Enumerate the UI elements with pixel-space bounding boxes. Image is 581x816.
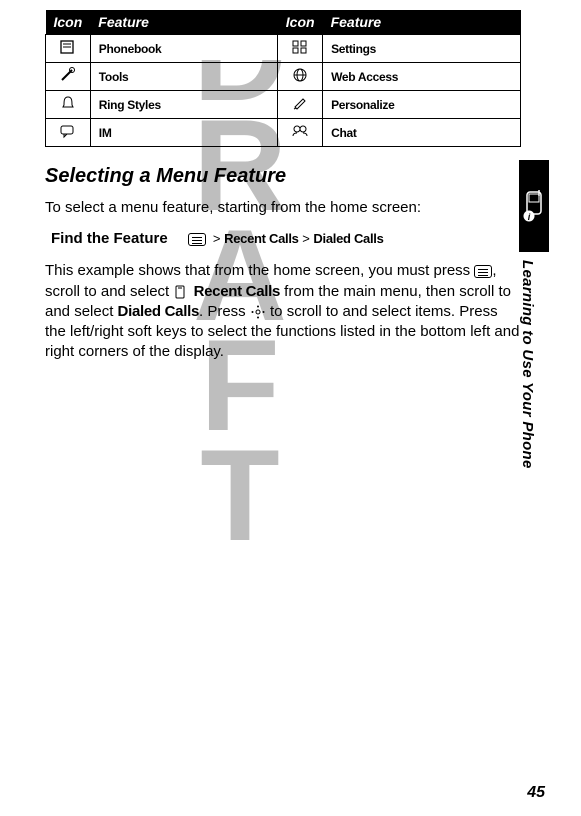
settings-label: Settings	[323, 35, 521, 63]
table-row: Phonebook Settings	[46, 35, 521, 63]
chat-icon	[291, 123, 309, 139]
page-number: 45	[527, 784, 545, 802]
im-icon	[59, 123, 77, 139]
svg-text:T: T	[200, 422, 279, 568]
ring-styles-icon	[59, 95, 77, 111]
body-frag-a: This example shows that from the home sc…	[45, 262, 474, 279]
recent-calls-icon	[173, 285, 189, 299]
path-sep-1: >	[213, 231, 221, 246]
find-feature-label: Find the Feature	[51, 230, 168, 247]
settings-icon	[291, 39, 309, 55]
body-dialed-calls: Dialed Calls	[118, 303, 199, 320]
web-access-icon	[291, 67, 309, 83]
im-label: IM	[90, 119, 278, 147]
chat-label: Chat	[323, 119, 521, 147]
path-dialed-calls: Dialed Calls	[313, 231, 383, 246]
path-recent-calls: Recent Calls	[224, 231, 298, 246]
menu-key-icon-inline	[474, 265, 492, 278]
icon-feature-table: Icon Feature Icon Feature Phonebook Sett…	[45, 10, 521, 147]
phonebook-icon	[59, 39, 77, 55]
navigation-path: > Recent Calls > Dialed Calls	[188, 231, 384, 246]
phonebook-label: Phonebook	[90, 35, 278, 63]
th-feature-1: Feature	[90, 10, 278, 35]
tools-label: Tools	[90, 63, 278, 91]
nav-key-icon	[250, 303, 266, 320]
table-row: Tools Web Access	[46, 63, 521, 91]
personalize-label: Personalize	[323, 91, 521, 119]
web-access-label: Web Access	[323, 63, 521, 91]
table-row: IM Chat	[46, 119, 521, 147]
find-feature-row: Find the Feature > Recent Calls > Dialed…	[51, 230, 521, 247]
intro-paragraph: To select a menu feature, starting from …	[45, 198, 521, 218]
body-recent-calls: Recent Calls	[194, 283, 280, 300]
personalize-icon	[291, 95, 309, 111]
tools-icon	[59, 67, 77, 83]
body-frag-d: . Press	[199, 303, 250, 320]
ring-styles-label: Ring Styles	[90, 91, 278, 119]
body-paragraph: This example shows that from the home sc…	[45, 261, 521, 362]
section-title: Selecting a Menu Feature	[45, 165, 521, 188]
th-feature-2: Feature	[323, 10, 521, 35]
table-row: Ring Styles Personalize	[46, 91, 521, 119]
th-icon-1: Icon	[46, 10, 91, 35]
path-sep-2: >	[302, 231, 310, 246]
menu-key-icon	[188, 233, 206, 246]
th-icon-2: Icon	[278, 10, 323, 35]
